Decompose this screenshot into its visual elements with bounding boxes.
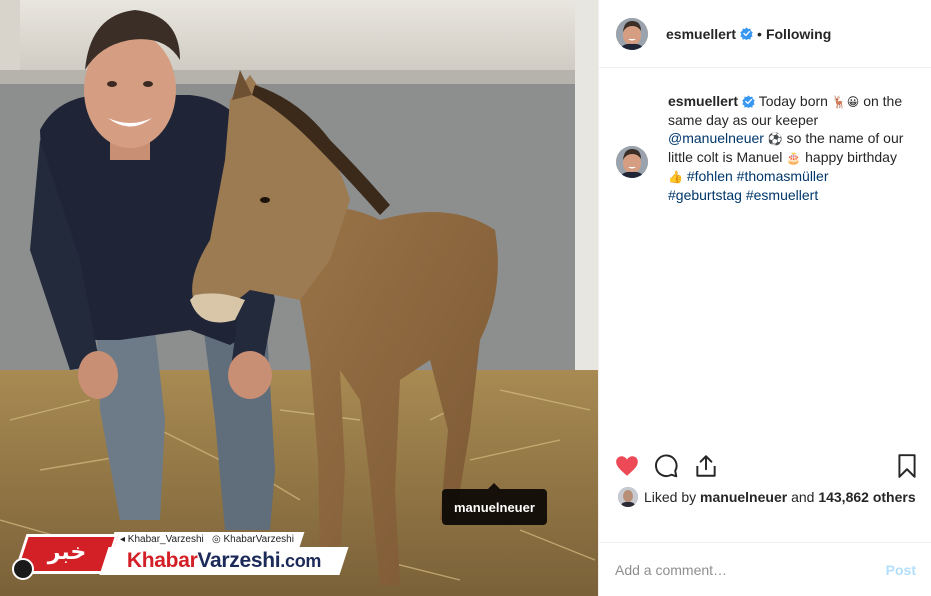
caption-verified-badge-icon bbox=[742, 95, 755, 108]
watermark-brand-suffix: .com bbox=[280, 551, 322, 571]
watermark-brand-dark: Varzeshi bbox=[197, 549, 281, 572]
post-caption: esmuellert Today born 🦌😀 on the same day… bbox=[616, 92, 916, 204]
caption-text: esmuellert Today born 🦌😀 on the same day… bbox=[668, 92, 916, 204]
comment-input[interactable] bbox=[615, 561, 886, 578]
watermark-handles: ◂ Khabar_Varzeshi ◎ KhabarVarzeshi bbox=[109, 532, 305, 547]
watermark-circle bbox=[12, 558, 34, 580]
liker-avatar-image bbox=[618, 487, 638, 507]
heart-filled-icon bbox=[616, 456, 638, 476]
comment-bubble-icon bbox=[655, 454, 678, 478]
liker-avatar[interactable] bbox=[618, 487, 638, 507]
caption-hashtag-link[interactable]: #esmuellert bbox=[746, 187, 818, 203]
watermark-brand-red: Khabar bbox=[126, 549, 198, 572]
caption-emoji-2: ⚽ bbox=[767, 132, 783, 146]
likes-middle: and bbox=[791, 489, 815, 505]
post-comment-button[interactable]: Post bbox=[886, 562, 916, 578]
header-username[interactable]: esmuellert bbox=[666, 26, 736, 42]
caption-emoji-3: 🎂 bbox=[786, 151, 802, 165]
caption-avatar-image bbox=[616, 146, 648, 178]
watermark: ◂ Khabar_Varzeshi ◎ KhabarVarzeshi خبر K… bbox=[12, 530, 352, 580]
caption-emoji-4: 👍 bbox=[668, 170, 683, 184]
bookmark-icon bbox=[898, 454, 916, 478]
share-button[interactable] bbox=[692, 452, 720, 480]
verified-badge-icon bbox=[740, 27, 753, 40]
avatar[interactable] bbox=[616, 17, 648, 50]
photo-tag-bubble[interactable]: manuelneuer bbox=[442, 483, 547, 525]
caption-avatar[interactable] bbox=[616, 146, 648, 178]
likes-summary[interactable]: Liked by manuelneuer and 143,862 others bbox=[618, 487, 916, 507]
caption-hashtag-link[interactable]: #thomasmüller bbox=[737, 168, 829, 184]
header-separator: • bbox=[757, 25, 762, 42]
follow-status-button[interactable]: Following bbox=[766, 26, 831, 42]
watermark-handle-telegram: ◂ Khabar_Varzeshi bbox=[120, 534, 204, 545]
caption-emoji-1: 🦌😀 bbox=[831, 95, 860, 109]
comment-bar: Post bbox=[599, 542, 931, 596]
caption-hashtag-link[interactable]: #geburtstag bbox=[668, 187, 742, 203]
post-header: esmuellert • Following bbox=[599, 0, 931, 68]
watermark-logo-text: خبر bbox=[47, 540, 87, 565]
likes-user-link[interactable]: manuelneuer bbox=[700, 489, 787, 505]
save-button[interactable] bbox=[893, 452, 921, 480]
watermark-handle-instagram: ◎ KhabarVarzeshi bbox=[211, 534, 294, 545]
likes-count-link[interactable]: 143,862 others bbox=[818, 489, 915, 505]
watermark-brand: KhabarVarzeshi.com bbox=[104, 549, 344, 573]
likes-prefix: Liked by bbox=[644, 489, 697, 505]
post-sidebar: esmuellert • Following esmuellert Today … bbox=[598, 0, 931, 596]
caption-mention-link[interactable]: @manuelneuer bbox=[668, 130, 764, 146]
post-photo[interactable]: manuelneuer ◂ Khabar_Varzeshi ◎ KhabarVa… bbox=[0, 0, 598, 596]
caption-hashtag-link[interactable]: #fohlen bbox=[687, 168, 733, 184]
action-bar bbox=[613, 452, 923, 480]
share-icon bbox=[696, 455, 716, 477]
avatar-image bbox=[616, 17, 648, 50]
caption-username[interactable]: esmuellert bbox=[668, 93, 738, 109]
like-button[interactable] bbox=[613, 452, 641, 480]
caption-part-4: happy birthday bbox=[805, 149, 897, 165]
comment-button[interactable] bbox=[652, 452, 680, 480]
caption-part-1: Today born bbox=[758, 93, 828, 109]
